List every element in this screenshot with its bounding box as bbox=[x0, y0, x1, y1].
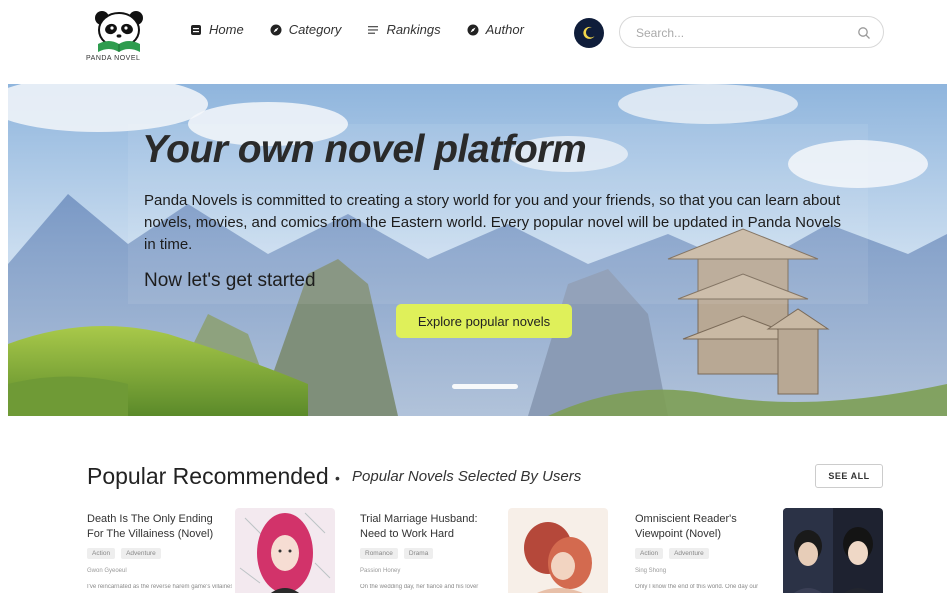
novel-tag[interactable]: Adventure bbox=[121, 548, 161, 559]
section-subtitle: Popular Novels Selected By Users bbox=[352, 468, 582, 485]
main-nav: Home Category Rankings Author bbox=[190, 22, 550, 37]
novel-snippet: Only I know the end of this world. One d… bbox=[635, 584, 759, 590]
novel-author: Sing Shong bbox=[635, 568, 667, 574]
moon-icon bbox=[583, 26, 595, 39]
nav-home[interactable]: Home bbox=[190, 22, 244, 37]
novel-title[interactable]: Trial Marriage Husband: Need to Work Har… bbox=[360, 512, 502, 542]
compass-icon bbox=[467, 24, 479, 35]
home-icon bbox=[191, 24, 201, 35]
list-icon bbox=[368, 25, 379, 34]
novel-tag[interactable]: Romance bbox=[360, 548, 398, 559]
novel-cover-image[interactable] bbox=[783, 508, 883, 593]
novel-card[interactable]: Death Is The Only Ending For The Villain… bbox=[87, 508, 337, 593]
nav-category[interactable]: Category bbox=[270, 22, 342, 37]
search-box bbox=[619, 16, 884, 48]
novel-tag[interactable]: Drama bbox=[403, 548, 434, 559]
nav-author[interactable]: Author bbox=[467, 22, 524, 37]
novel-title[interactable]: Death Is The Only Ending For The Villain… bbox=[87, 512, 229, 542]
see-all-button[interactable]: SEE ALL bbox=[815, 464, 883, 488]
nav-category-label: Category bbox=[288, 22, 342, 37]
novel-card[interactable]: Trial Marriage Husband: Need to Work Har… bbox=[360, 508, 610, 593]
hero-description: Panda Novels is committed to creating a … bbox=[144, 192, 842, 253]
nav-rankings[interactable]: Rankings bbox=[367, 22, 441, 37]
novel-tags: Action Adventure bbox=[635, 548, 709, 559]
search-input[interactable] bbox=[636, 24, 846, 42]
hero-title: Your own novel platform bbox=[142, 128, 587, 171]
dark-mode-toggle[interactable] bbox=[574, 18, 604, 48]
novel-cover-image[interactable] bbox=[235, 508, 335, 593]
novel-card[interactable]: Omniscient Reader's Viewpoint (Novel) Ac… bbox=[635, 508, 885, 593]
novel-tag[interactable]: Action bbox=[635, 548, 664, 559]
compass-icon bbox=[270, 24, 282, 35]
novel-author: Gwon Gyeoeul bbox=[87, 568, 127, 574]
novel-title[interactable]: Omniscient Reader's Viewpoint (Novel) bbox=[635, 512, 777, 542]
section-separator: • bbox=[335, 470, 340, 486]
novel-author: Passion Honey bbox=[360, 568, 401, 574]
nav-author-label: Author bbox=[485, 22, 524, 37]
search-icon[interactable] bbox=[857, 26, 871, 40]
nav-rankings-label: Rankings bbox=[386, 22, 441, 37]
novel-tag[interactable]: Adventure bbox=[669, 548, 709, 559]
site-header: PANDA NOVEL Home Category Rankings Autho… bbox=[0, 0, 947, 84]
nav-home-label: Home bbox=[209, 22, 244, 37]
explore-popular-button[interactable]: Explore popular novels bbox=[396, 304, 572, 338]
novel-snippet: On the wedding day, her fiancé and his l… bbox=[360, 584, 479, 590]
logo-text: PANDA NOVEL bbox=[86, 55, 141, 62]
section-title: Popular Recommended bbox=[87, 463, 329, 489]
hero-banner: Your own novel platform Panda Novels is … bbox=[8, 84, 947, 416]
novel-tags: Romance Drama bbox=[360, 548, 434, 559]
hero-cta-text: Now let's get started bbox=[144, 270, 316, 291]
carousel-indicator[interactable] bbox=[452, 384, 518, 389]
novel-cover-image[interactable] bbox=[508, 508, 608, 593]
novel-tag[interactable]: Action bbox=[87, 548, 116, 559]
novel-snippet: I've reincarnated as the reverse harem g… bbox=[87, 584, 232, 590]
novel-tags: Action Adventure bbox=[87, 548, 161, 559]
